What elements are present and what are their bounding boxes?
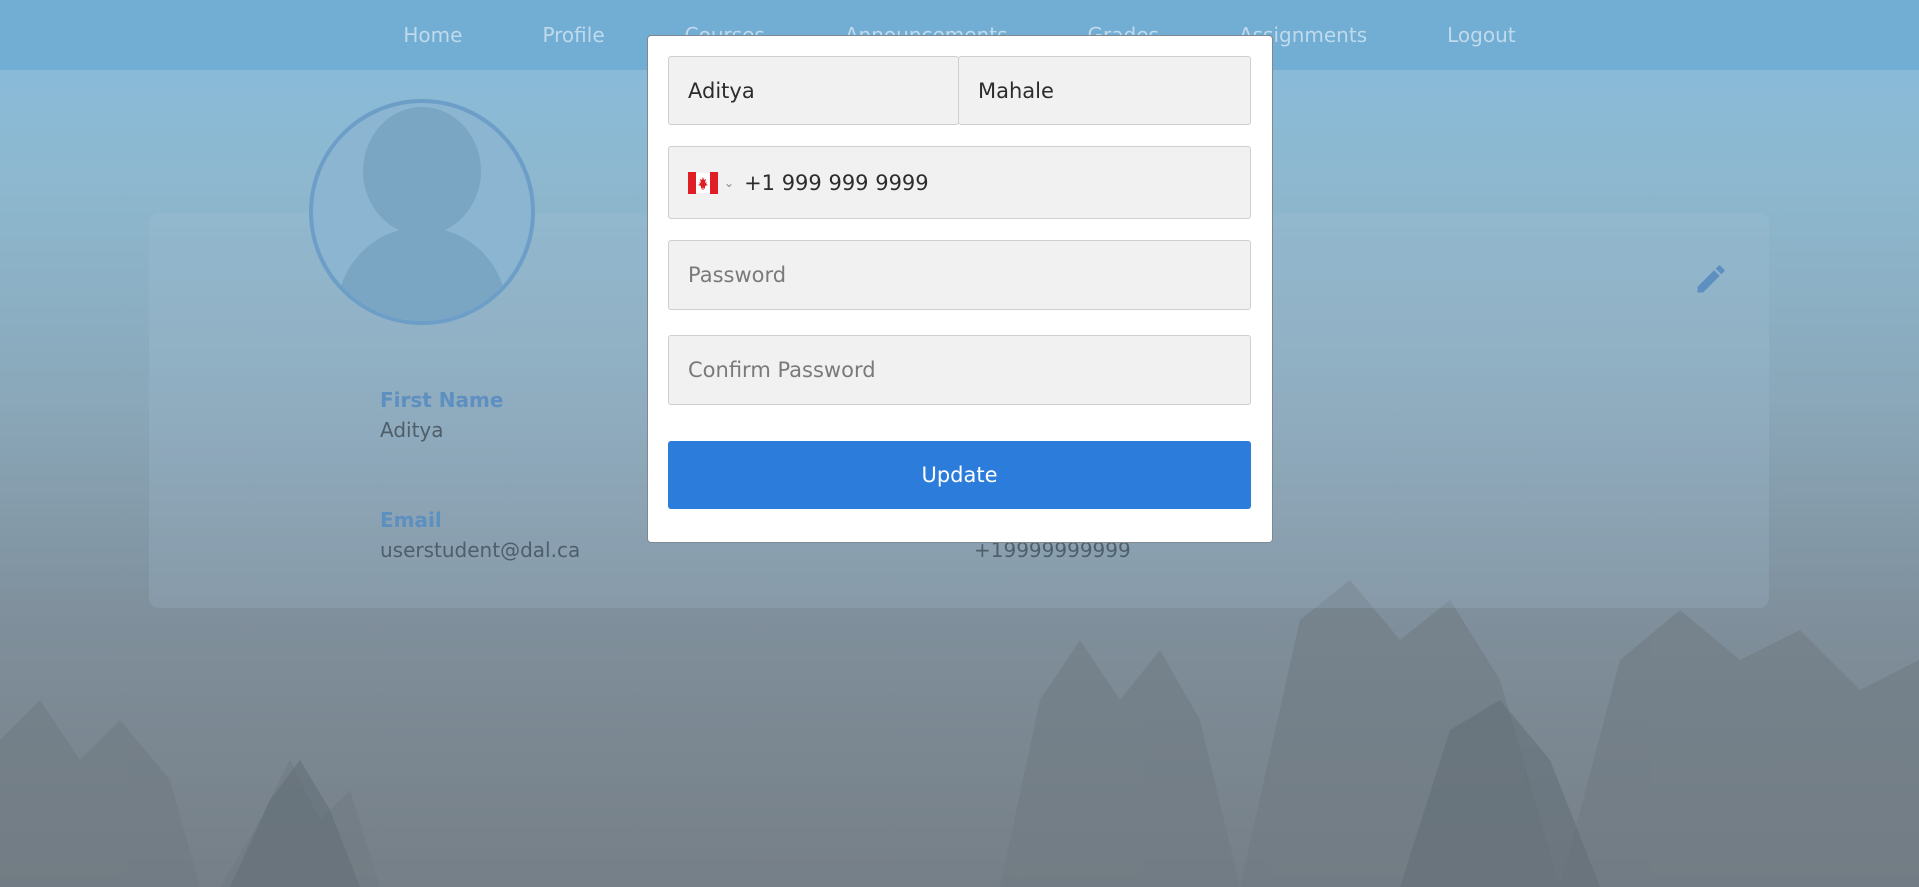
edit-profile-modal: Aditya Mahale ⌄ +1 999 999 9999 Password… (647, 35, 1273, 543)
first-name-input-value: Aditya (688, 78, 755, 103)
phone-input-value: +1 999 999 9999 (744, 170, 929, 195)
confirm-password-placeholder: Confirm Password (688, 358, 876, 382)
first-name-label: First Name (380, 388, 504, 412)
chevron-down-icon[interactable]: ⌄ (724, 176, 734, 190)
pencil-icon[interactable] (1693, 261, 1729, 297)
nav-logout[interactable]: Logout (1407, 0, 1555, 70)
first-name-value: Aditya (380, 418, 444, 442)
phone-input[interactable]: ⌄ +1 999 999 9999 (668, 146, 1251, 219)
avatar (309, 99, 535, 325)
first-name-input[interactable]: Aditya (668, 56, 959, 125)
canada-flag-icon[interactable] (688, 171, 718, 194)
nav-home[interactable]: Home (363, 0, 502, 70)
avatar-head (363, 107, 481, 235)
password-input[interactable]: Password (668, 240, 1251, 310)
password-placeholder: Password (688, 263, 787, 287)
nav-profile[interactable]: Profile (502, 0, 644, 70)
confirm-password-input[interactable]: Confirm Password (668, 335, 1251, 405)
email-label: Email (380, 508, 442, 532)
email-value: userstudent@dal.ca (380, 538, 581, 562)
last-name-input-value: Mahale (978, 78, 1054, 103)
last-name-input[interactable]: Mahale (958, 56, 1251, 125)
update-button[interactable]: Update (668, 441, 1251, 509)
avatar-shoulders (337, 227, 507, 321)
